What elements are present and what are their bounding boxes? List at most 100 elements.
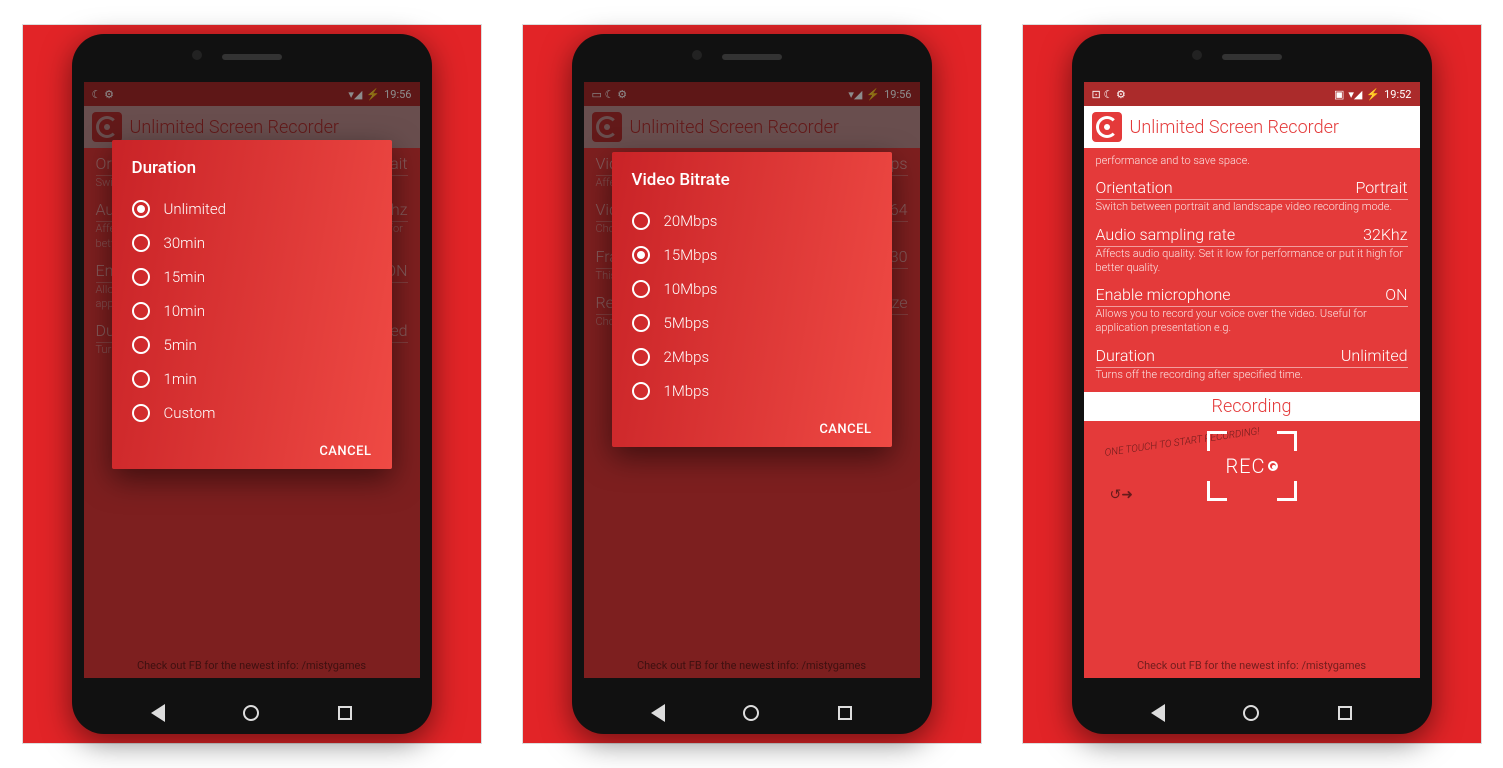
radio-label: Custom (164, 404, 216, 422)
radio-option[interactable]: 5Mbps (632, 306, 872, 340)
record-area: ONE TOUCH TO START RECORDING! ↺➜ REC (1096, 431, 1408, 505)
recording-section-header: Recording (1084, 392, 1420, 421)
app-logo-icon (1092, 112, 1122, 142)
radio-option[interactable]: 30min (132, 226, 372, 260)
nav-home-icon[interactable] (1243, 705, 1259, 721)
status-bar: ⊡ ☾ ⚙ ▣ ▾◢ ⚡ 19:52 (1084, 82, 1420, 106)
radio-icon (632, 212, 650, 230)
radio-label: 15min (164, 268, 206, 286)
radio-label: 10Mbps (664, 280, 718, 298)
radio-icon (132, 336, 150, 354)
radio-option[interactable]: 10min (132, 294, 372, 328)
dialog-title: Video Bitrate (632, 170, 872, 190)
wifi-icon: ▾◢ (1348, 88, 1362, 101)
radio-label: 15Mbps (664, 246, 718, 264)
orientation-label: Orientation (1096, 178, 1173, 197)
panel-duration-dialog: ☾ ⚙ ▾◢⚡19:56 Unlimited Screen Recorder O… (22, 24, 482, 744)
radio-option[interactable]: 1min (132, 362, 372, 396)
duration-desc: Turns off the recording after specified … (1096, 368, 1408, 382)
mic-desc: Allows you to record your voice over the… (1096, 307, 1408, 336)
radio-icon (132, 302, 150, 320)
battery-icon: ⚡ (1366, 88, 1380, 101)
radio-label: 5Mbps (664, 314, 710, 332)
radio-option[interactable]: 15min (132, 260, 372, 294)
radio-icon (632, 280, 650, 298)
radio-icon (632, 382, 650, 400)
radio-icon (632, 314, 650, 332)
app-title: Unlimited Screen Recorder (1130, 117, 1339, 138)
cancel-button[interactable]: CANCEL (819, 422, 871, 437)
duration-label: Duration (1096, 346, 1155, 365)
nav-recent-icon[interactable] (338, 706, 352, 720)
hint-arrow-icon: ↺➜ (1110, 487, 1133, 503)
radio-icon (132, 234, 150, 252)
panel-bitrate-dialog: ▭ ☾ ⚙ ▾◢⚡19:56 Unlimited Screen Recorder… (522, 24, 982, 744)
nav-home-icon[interactable] (743, 705, 759, 721)
nav-recent-icon[interactable] (1338, 706, 1352, 720)
radio-icon (632, 348, 650, 366)
radio-icon (132, 370, 150, 388)
record-button[interactable]: REC (1207, 431, 1297, 501)
rec-text: REC (1225, 454, 1265, 478)
android-navbar (1072, 704, 1432, 722)
radio-label: 20Mbps (664, 212, 718, 230)
radio-label: 2Mbps (664, 348, 710, 366)
radio-option[interactable]: 20Mbps (632, 204, 872, 238)
radio-label: 5min (164, 336, 197, 354)
radio-icon (132, 404, 150, 422)
radio-option[interactable]: 1Mbps (632, 374, 872, 408)
duration-dialog: Duration Unlimited 30min 15min 10min 5min 1mi… (112, 140, 392, 469)
mic-label: Enable microphone (1096, 285, 1231, 304)
perf-note: performance and to save space. (1096, 154, 1408, 168)
radio-icon (132, 268, 150, 286)
audio-row[interactable]: Audio sampling rate 32Khz (1096, 225, 1408, 247)
radio-option[interactable]: 15Mbps (632, 238, 872, 272)
mic-value: ON (1385, 285, 1407, 304)
phone-frame: ⊡ ☾ ⚙ ▣ ▾◢ ⚡ 19:52 Unlimited Screen Recorde… (1072, 34, 1432, 734)
duration-row[interactable]: Duration Unlimited (1096, 346, 1408, 368)
app-header: Unlimited Screen Recorder (1084, 106, 1420, 148)
audio-desc: Affects audio quality. Set it low for pe… (1096, 247, 1408, 276)
phone-frame: ☾ ⚙ ▾◢⚡19:56 Unlimited Screen Recorder O… (72, 34, 432, 734)
fb-footer: Check out FB for the newest info: /misty… (1084, 659, 1420, 672)
radio-option[interactable]: 5min (132, 328, 372, 362)
radio-label: 30min (164, 234, 206, 252)
nav-back-icon[interactable] (1151, 704, 1165, 722)
radio-label: 1min (164, 370, 197, 388)
panel-main: ⊡ ☾ ⚙ ▣ ▾◢ ⚡ 19:52 Unlimited Screen Recorde… (1022, 24, 1482, 744)
nav-recent-icon[interactable] (838, 706, 852, 720)
nav-back-icon[interactable] (151, 704, 165, 722)
screen: ▭ ☾ ⚙ ▾◢⚡19:56 Unlimited Screen Recorder… (584, 82, 920, 678)
duration-value: Unlimited (1341, 346, 1408, 365)
nav-back-icon[interactable] (651, 704, 665, 722)
radio-option[interactable]: 2Mbps (632, 340, 872, 374)
phone-frame: ▭ ☾ ⚙ ▾◢⚡19:56 Unlimited Screen Recorder… (572, 34, 932, 734)
status-time: 19:52 (1384, 88, 1411, 101)
dialog-title: Duration (132, 158, 372, 178)
android-navbar (572, 704, 932, 722)
mic-row[interactable]: Enable microphone ON (1096, 285, 1408, 307)
settings-content: performance and to save space. Orientati… (1084, 148, 1420, 511)
orientation-desc: Switch between portrait and landscape vi… (1096, 200, 1408, 214)
orientation-row[interactable]: Orientation Portrait (1096, 178, 1408, 200)
radio-icon (632, 246, 650, 264)
bitrate-dialog: Video Bitrate 20Mbps 15Mbps 10Mbps 5Mbps 2Mb… (612, 152, 892, 447)
screen: ☾ ⚙ ▾◢⚡19:56 Unlimited Screen Recorder O… (84, 82, 420, 678)
radio-option[interactable]: 10Mbps (632, 272, 872, 306)
orientation-value: Portrait (1355, 178, 1407, 197)
radio-option[interactable]: Unlimited (132, 192, 372, 226)
radio-label: 10min (164, 302, 206, 320)
cast-icon: ▣ (1334, 88, 1344, 101)
radio-label: 1Mbps (664, 382, 710, 400)
screen: ⊡ ☾ ⚙ ▣ ▾◢ ⚡ 19:52 Unlimited Screen Recorde… (1084, 82, 1420, 678)
radio-label: Unlimited (164, 200, 226, 218)
audio-value: 32Khz (1363, 225, 1407, 244)
android-navbar (72, 704, 432, 722)
nav-home-icon[interactable] (243, 705, 259, 721)
status-left-icons: ⊡ ☾ ⚙ (1092, 88, 1126, 101)
cancel-button[interactable]: CANCEL (319, 444, 371, 459)
radio-option[interactable]: Custom (132, 396, 372, 430)
rec-dot-icon (1268, 461, 1278, 471)
radio-icon (132, 200, 150, 218)
audio-label: Audio sampling rate (1096, 225, 1236, 244)
